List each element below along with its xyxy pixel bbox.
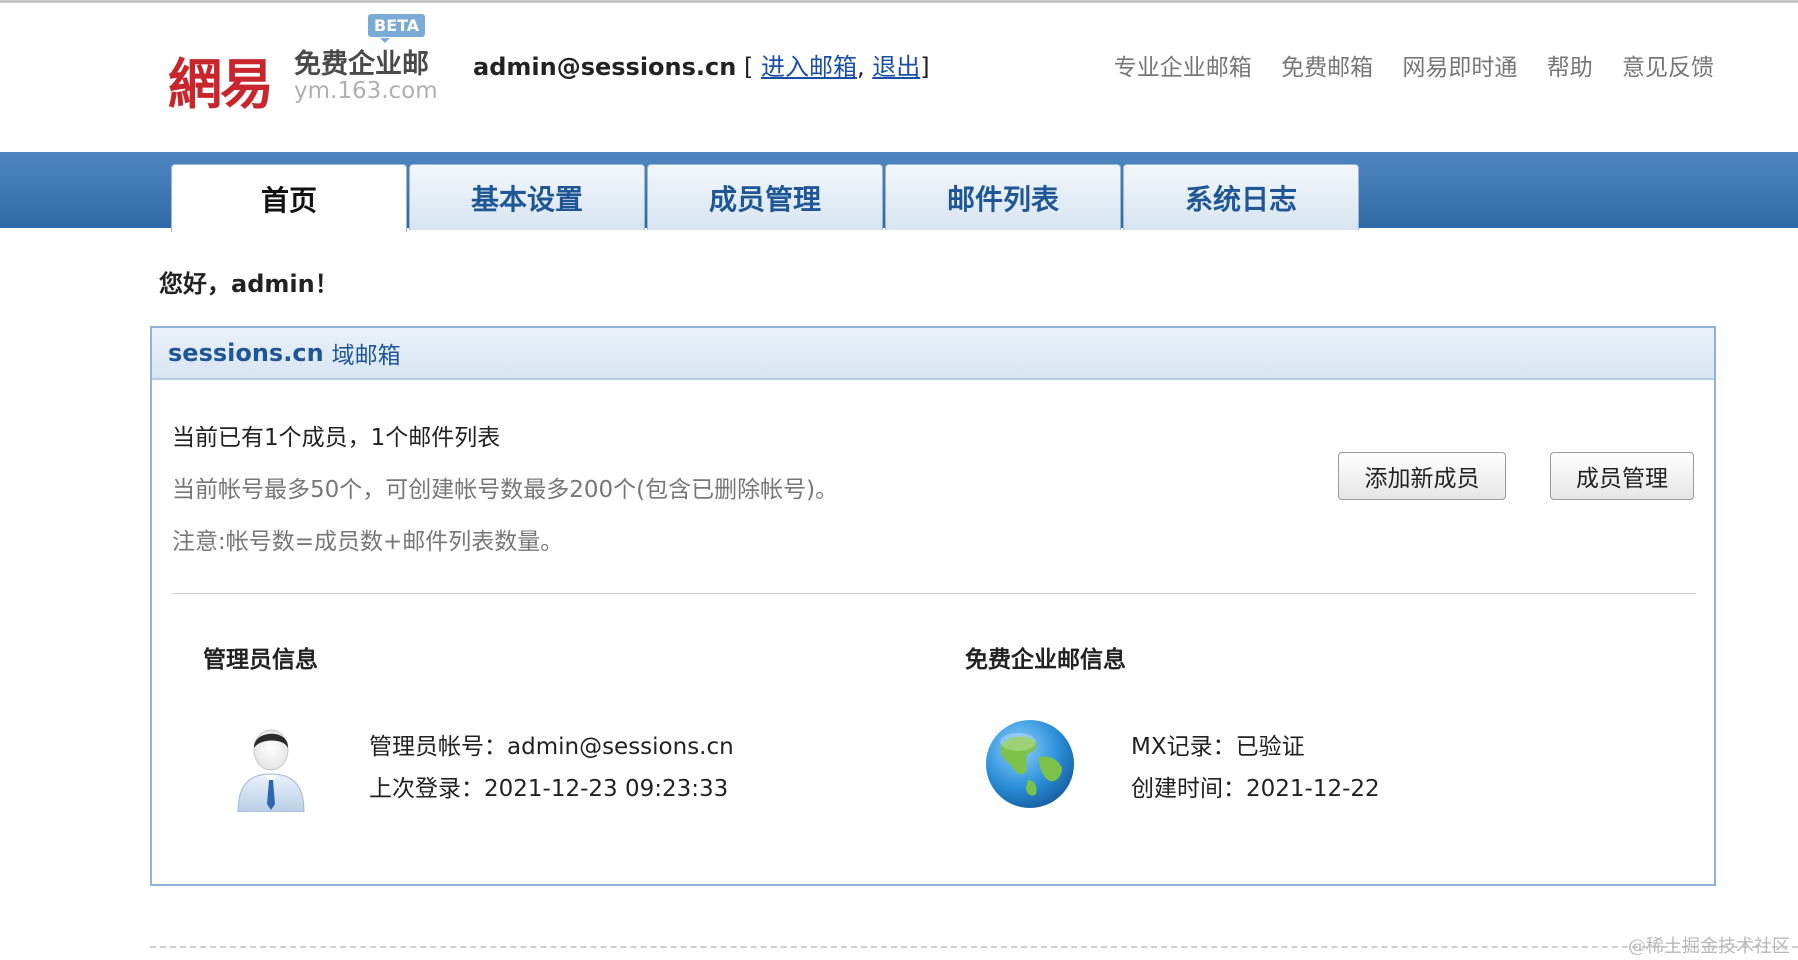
top-link-feedback[interactable]: 意见反馈 — [1622, 55, 1714, 81]
created-time: 创建时间：2021-12-22 — [1131, 776, 1380, 802]
tab-mailing-lists[interactable]: 邮件列表 — [885, 164, 1121, 230]
logo-product-name: 免费企业邮 — [294, 49, 429, 80]
top-link-pro-mail[interactable]: 专业企业邮箱 — [1114, 55, 1252, 81]
logo-mark: 網易 — [168, 52, 274, 116]
summary-note: 注意:帐号数=成员数+邮件列表数量。 — [172, 529, 564, 555]
footer-divider — [150, 946, 1798, 948]
logout-link[interactable]: 退出 — [872, 53, 920, 81]
admin-account: 管理员帐号：admin@sessions.cn — [369, 734, 734, 760]
summary-limit: 当前帐号最多50个，可创建帐号数最多200个(包含已删除帐号)。 — [172, 477, 839, 503]
add-member-button[interactable]: 添加新成员 — [1338, 452, 1506, 500]
top-links: 专业企业邮箱 免费邮箱 网易即时通 帮助 意见反馈 — [1092, 48, 1714, 82]
tab-basic-settings[interactable]: 基本设置 — [409, 164, 645, 230]
panel-domain-suffix: 域邮箱 — [331, 343, 401, 369]
logo-url: ym.163.com — [294, 78, 438, 104]
top-link-help[interactable]: 帮助 — [1547, 55, 1593, 81]
enter-mailbox-link[interactable]: 进入邮箱 — [761, 53, 857, 81]
top-rule — [0, 0, 1798, 3]
close-bracket: ] — [920, 53, 930, 81]
panel-header: sessions.cn 域邮箱 — [152, 328, 1714, 380]
top-link-free-mail[interactable]: 免费邮箱 — [1281, 55, 1373, 81]
main-tabs: 首页 基本设置 成员管理 邮件列表 系统日志 — [171, 164, 1361, 232]
user-email: admin@sessions.cn — [473, 53, 737, 81]
admin-avatar-icon — [237, 729, 305, 812]
tab-member-management[interactable]: 成员管理 — [647, 164, 883, 230]
account-summary: 当前已有1个成员，1个邮件列表 当前帐号最多50个，可创建帐号数最多200个(包… — [172, 418, 838, 574]
watermark: @稀土掘金技术社区 — [1628, 936, 1790, 957]
free-info-title: 免费企业邮信息 — [965, 647, 1126, 673]
mx-record-status: MX记录：已验证 — [1131, 734, 1305, 760]
link-separator: , — [856, 53, 873, 81]
open-bracket: [ — [736, 53, 761, 81]
last-login: 上次登录：2021-12-23 09:23:33 — [369, 776, 729, 802]
tab-home[interactable]: 首页 — [171, 164, 407, 232]
beta-badge: BETA — [368, 14, 426, 43]
greeting: 您好，admin！ — [159, 270, 339, 298]
user-area: admin@sessions.cn [ 进入邮箱, 退出] — [473, 47, 930, 82]
tab-system-log[interactable]: 系统日志 — [1123, 164, 1359, 230]
netease-logo[interactable]: 網易 免费企业邮 ym.163.com BETA — [168, 12, 438, 116]
admin-info-title: 管理员信息 — [203, 647, 318, 673]
summary-counts: 当前已有1个成员，1个邮件列表 — [172, 425, 501, 451]
divider — [172, 593, 1696, 594]
admin-info: 管理员帐号：admin@sessions.cn 上次登录：2021-12-23 … — [369, 726, 734, 810]
free-mail-info: MX记录：已验证 创建时间：2021-12-22 — [1131, 726, 1380, 810]
domain-panel: sessions.cn 域邮箱 当前已有1个成员，1个邮件列表 当前帐号最多50… — [150, 326, 1716, 886]
panel-domain: sessions.cn — [168, 339, 324, 367]
manage-members-button[interactable]: 成员管理 — [1550, 452, 1694, 500]
globe-icon — [986, 720, 1074, 808]
top-link-popo[interactable]: 网易即时通 — [1402, 55, 1517, 81]
